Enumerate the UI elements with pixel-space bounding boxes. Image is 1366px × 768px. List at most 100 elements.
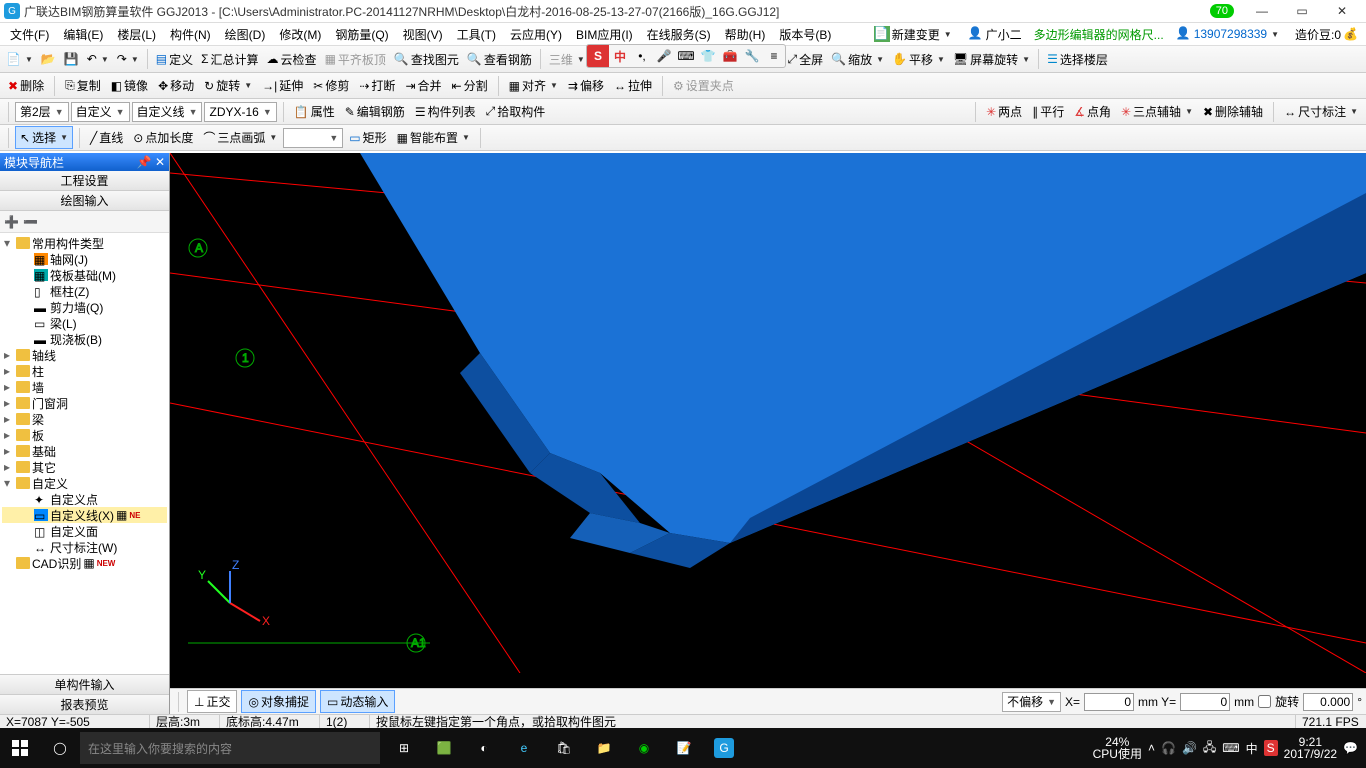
tree-foundation[interactable]: ▸基础 — [2, 443, 167, 459]
define-button[interactable]: ▤定义 — [152, 49, 197, 70]
zoom-button[interactable]: 🔍缩放▼ — [827, 49, 888, 70]
tree-frame-column[interactable]: ▯框柱(Z) — [2, 283, 167, 299]
tab-drawing[interactable]: 绘图输入 — [0, 191, 169, 211]
delete-button[interactable]: ✖删除 — [4, 75, 48, 96]
tree-wall[interactable]: ▸墙 — [2, 379, 167, 395]
comp-list-button[interactable]: ☰构件列表 — [411, 101, 480, 122]
tree-column[interactable]: ▸柱 — [2, 363, 167, 379]
menu-component[interactable]: 构件(N) — [164, 24, 217, 45]
taskbar-app-ggj[interactable]: G — [704, 728, 744, 768]
close-panel-icon[interactable]: ✕ — [155, 155, 165, 169]
menu-help[interactable]: 帮助(H) — [719, 24, 772, 45]
ime-keyboard-icon[interactable]: ⌨ — [675, 45, 697, 67]
menu-online[interactable]: 在线服务(S) — [641, 24, 717, 45]
start-button[interactable] — [0, 728, 40, 768]
tray-headphone-icon[interactable]: 🎧 — [1161, 741, 1176, 755]
offset-button[interactable]: ⇉偏移 — [564, 75, 608, 96]
osnap-toggle[interactable]: ◎对象捕捉 — [241, 690, 316, 713]
tray-up-icon[interactable]: ˄ — [1148, 741, 1155, 755]
tree-shear-wall[interactable]: ▬剪力墙(Q) — [2, 299, 167, 315]
code-combo[interactable]: ZDYX-16▼ — [204, 102, 276, 122]
menu-view[interactable]: 视图(V) — [397, 24, 449, 45]
ime-mic-icon[interactable]: 🎤 — [653, 45, 675, 67]
break-button[interactable]: ⇢打断 — [355, 75, 399, 96]
flat-roof-button[interactable]: ▦平齐板顶 — [321, 49, 390, 70]
tray-sogou-icon[interactable]: S — [1264, 740, 1278, 756]
tab-engineering[interactable]: 工程设置 — [0, 171, 169, 191]
align-button[interactable]: ▦对齐▼ — [505, 75, 562, 96]
tree-other[interactable]: ▸其它 — [2, 459, 167, 475]
menu-file[interactable]: 文件(F) — [4, 24, 55, 45]
tray-clock[interactable]: 9:212017/9/22 — [1284, 736, 1337, 760]
smartlay-button[interactable]: ▦智能布置▼ — [393, 127, 474, 148]
tray-keyboard-icon[interactable]: ⌨ — [1222, 741, 1239, 755]
ime-skin-icon[interactable]: 👕 — [697, 45, 719, 67]
trim-button[interactable]: ✂修剪 — [309, 75, 353, 96]
taskbar-folder-icon[interactable]: 📁 — [584, 728, 624, 768]
menu-edit[interactable]: 编辑(E) — [57, 24, 109, 45]
menu-bim[interactable]: BIM应用(I) — [570, 24, 639, 45]
ime-menu-icon[interactable]: ≡ — [763, 45, 785, 67]
tree-custom-point[interactable]: ✦自定义点 — [2, 491, 167, 507]
pick-comp-button[interactable]: ⤢拾取构件 — [482, 101, 550, 122]
user-button[interactable]: 👤广小二 — [964, 24, 1026, 45]
new-change-button[interactable]: 📄新建变更▼ — [870, 24, 956, 45]
tray-notifications-icon[interactable]: 💬 — [1343, 741, 1358, 755]
copy-button[interactable]: ⎘复制 — [61, 75, 105, 96]
component-tree[interactable]: ▾常用构件类型 ▦轴网(J) ▦筏板基础(M) ▯框柱(Z) ▬剪力墙(Q) ▭… — [0, 233, 169, 674]
menu-tools[interactable]: 工具(T) — [451, 24, 502, 45]
select-button[interactable]: ↖选择▼ — [15, 126, 73, 149]
ime-tool-icon[interactable]: 🧰 — [719, 45, 741, 67]
maximize-button[interactable]: ▭ — [1282, 1, 1322, 21]
screenrot-button[interactable]: 🖥屏幕旋转▼ — [949, 49, 1034, 70]
tree-door-window[interactable]: ▸门窗洞 — [2, 395, 167, 411]
edit-rebar-button[interactable]: ✎编辑钢筋 — [341, 101, 409, 122]
props-button[interactable]: 📋属性 — [290, 101, 339, 122]
pin-icon[interactable]: 📌 — [137, 155, 152, 169]
ime-settings-icon[interactable]: 🔧 — [741, 45, 763, 67]
delaxis-button[interactable]: ✖删除辅轴 — [1199, 101, 1267, 122]
rotate-button[interactable]: ↻旋转▼ — [200, 75, 256, 96]
minimize-button[interactable]: — — [1242, 1, 1282, 21]
line-button[interactable]: ╱直线 — [86, 127, 127, 148]
split-button[interactable]: ⇤分割 — [448, 75, 492, 96]
redo-button[interactable]: ↷▼ — [113, 50, 143, 68]
tray-network-icon[interactable]: 🖧 — [1203, 738, 1216, 759]
ortho-toggle[interactable]: ⊥正交 — [187, 690, 237, 713]
rect-button[interactable]: ▭矩形 — [345, 127, 390, 148]
account-button[interactable]: 👤13907298339▼ — [1172, 24, 1283, 44]
tree-custom-line[interactable]: ▭自定义线(X)▦NE — [2, 507, 167, 523]
threeaxis-button[interactable]: ✳三点辅轴▼ — [1117, 101, 1197, 122]
tree-axis[interactable]: ▸轴线 — [2, 347, 167, 363]
minus-icon[interactable]: ➖ — [23, 215, 38, 229]
menu-version[interactable]: 版本号(B) — [773, 24, 837, 45]
mirror-button[interactable]: ◧镜像 — [107, 75, 152, 96]
dyninput-toggle[interactable]: ▭动态输入 — [320, 690, 395, 713]
menu-draw[interactable]: 绘图(D) — [219, 24, 272, 45]
ptaddlen-button[interactable]: ⊙点加长度 — [129, 127, 197, 148]
taskbar-edge-icon[interactable]: e — [504, 728, 544, 768]
close-button[interactable]: ✕ — [1322, 1, 1362, 21]
arc-combo[interactable]: ▼ — [283, 128, 343, 148]
tree-axis-grid[interactable]: ▦轴网(J) — [2, 251, 167, 267]
cloud-check-button[interactable]: ☁云检查 — [263, 49, 321, 70]
extend-button[interactable]: →|延伸 — [258, 75, 307, 96]
pan-button[interactable]: ✋平移▼ — [888, 49, 949, 70]
parallel-button[interactable]: ∥平行 — [1028, 101, 1068, 122]
rotate-input[interactable] — [1303, 693, 1353, 711]
menu-modify[interactable]: 修改(M) — [273, 24, 327, 45]
menu-cloud[interactable]: 云应用(Y) — [504, 24, 568, 45]
customline-combo[interactable]: 自定义线▼ — [132, 102, 203, 122]
tree-custom[interactable]: ▾自定义 — [2, 475, 167, 491]
add-icon[interactable]: ➕ — [4, 215, 19, 229]
setclip-button[interactable]: ⚙设置夹点 — [669, 75, 738, 96]
taskbar-search[interactable]: 在这里输入你要搜索的内容 — [80, 732, 380, 764]
custom-combo[interactable]: 自定义▼ — [71, 102, 130, 122]
tree-slab-cat[interactable]: ▸板 — [2, 427, 167, 443]
tree-raft[interactable]: ▦筏板基础(M) — [2, 267, 167, 283]
threeD-button[interactable]: 三维▼ — [545, 49, 589, 70]
tree-dimension[interactable]: ↔尺寸标注(W) — [2, 539, 167, 555]
menu-floor[interactable]: 楼层(L) — [111, 24, 162, 45]
tree-common-types[interactable]: ▾常用构件类型 — [2, 235, 167, 251]
viewport-3d[interactable]: A 1 A1 X Y Z — [170, 153, 1366, 714]
